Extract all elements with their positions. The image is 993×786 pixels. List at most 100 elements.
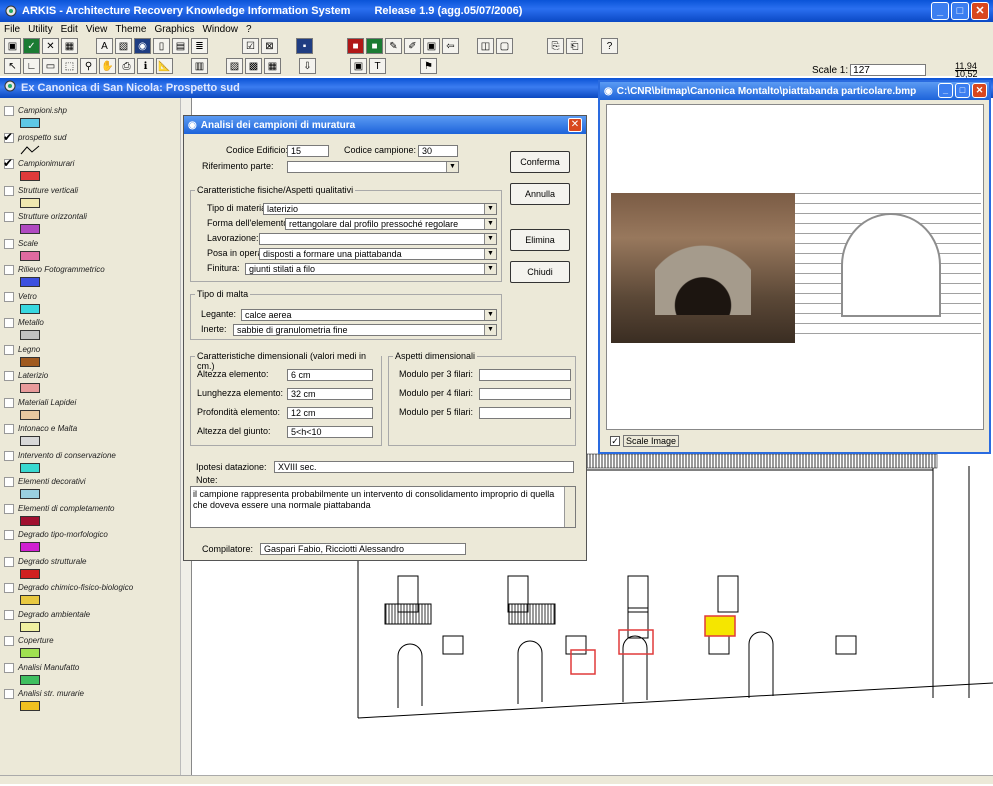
window-icon[interactable]: ▢ [496, 38, 513, 54]
pan-icon[interactable]: ✋ [99, 58, 116, 74]
riferimento-select[interactable] [287, 161, 459, 173]
modulo5-input[interactable] [479, 407, 571, 419]
datazione-input[interactable]: XVIII sec. [274, 461, 574, 473]
layer-visibility-checkbox[interactable] [4, 106, 14, 116]
grid-icon[interactable]: ▦ [61, 38, 78, 54]
conferma-button[interactable]: Conferma [510, 151, 570, 173]
layer-visibility-checkbox[interactable] [4, 424, 14, 434]
legend-layer[interactable]: Strutture orizzontali [4, 212, 178, 234]
layout-icon[interactable]: ▤ [172, 38, 189, 54]
print-icon[interactable]: ⎙ [118, 58, 135, 74]
layer-visibility-checkbox[interactable] [4, 530, 14, 540]
layer-visibility-checkbox[interactable] [4, 450, 14, 461]
legend-layer[interactable]: Degrado tipo-morfologico [4, 530, 178, 552]
image-viewer[interactable] [606, 104, 984, 430]
delete-icon[interactable]: ✕ [42, 38, 59, 54]
legend-layer[interactable]: Vetro [4, 291, 178, 314]
identify-icon[interactable]: ℹ [137, 58, 154, 74]
codice-edificio-input[interactable]: 15 [287, 145, 329, 157]
globe-icon[interactable]: ◉ [134, 38, 151, 54]
minimize-button[interactable]: _ [931, 2, 949, 20]
menu-theme[interactable]: Theme [115, 24, 146, 35]
image-close-button[interactable]: ✕ [972, 83, 987, 98]
layer-visibility-checkbox[interactable] [4, 371, 14, 381]
copy-icon[interactable]: ⎘ [547, 38, 564, 54]
cross-box-icon[interactable]: ⊠ [261, 38, 278, 54]
legend-layer[interactable]: Rilievo Fotogrammetrico [4, 265, 178, 287]
line-tool-icon[interactable]: ∟ [23, 58, 40, 74]
menu-window[interactable]: Window [202, 24, 238, 35]
chart-icon[interactable]: ▨ [226, 58, 243, 74]
legend-layer[interactable]: Laterizio [4, 371, 178, 393]
forma-select[interactable]: rettangolare dal profilo pressoché regol… [285, 218, 497, 230]
altezza-input[interactable]: 6 cm [287, 369, 373, 381]
rect-tool-icon[interactable]: ▭ [42, 58, 59, 74]
legend-layer[interactable]: Elementi decorativi [4, 477, 178, 499]
edit-record-icon[interactable]: ✎ [385, 38, 402, 54]
inerte-select[interactable]: sabbie di granulometria fine [233, 324, 497, 336]
legend-layer[interactable]: Scale [4, 238, 178, 261]
layer-visibility-checkbox[interactable] [4, 477, 14, 487]
hatch-tool-icon[interactable]: ▧ [115, 38, 132, 54]
legend-layer[interactable]: Degrado ambientale [4, 609, 178, 632]
modulo4-input[interactable] [479, 388, 571, 400]
finitura-select[interactable]: giunti stilati a filo [245, 263, 497, 275]
pointer-icon[interactable]: ↖ [4, 58, 21, 74]
red-theme-icon[interactable]: ■ [347, 38, 364, 54]
menu-help[interactable]: ? [246, 24, 252, 35]
layer-visibility-checkbox[interactable] [4, 265, 14, 275]
layer-visibility-checkbox[interactable] [4, 556, 14, 567]
codice-campione-input[interactable]: 30 [418, 145, 458, 157]
legend-layer[interactable]: Materiali Lapidei [4, 397, 178, 420]
layer-visibility-checkbox[interactable] [4, 344, 14, 355]
layer-visibility-checkbox[interactable] [3, 130, 14, 144]
layer-visibility-checkbox[interactable] [4, 689, 14, 699]
lunghezza-input[interactable]: 32 cm [287, 388, 373, 400]
tipo-materiale-select[interactable]: laterizio [263, 203, 497, 215]
polygon-tool-icon[interactable]: ⬚ [61, 58, 78, 74]
legend-layer[interactable]: Intonaco e Malta [4, 424, 178, 446]
text-box-icon[interactable]: T [369, 58, 386, 74]
profondita-input[interactable]: 12 cm [287, 407, 373, 419]
legend-layer[interactable]: Intervento di conservazione [4, 450, 178, 473]
menu-file[interactable]: File [4, 24, 20, 35]
building-icon[interactable]: ▥ [191, 58, 208, 74]
checkbox-tool-icon[interactable]: ☑ [242, 38, 259, 54]
giunto-input[interactable]: 5<h<10 [287, 426, 373, 438]
form-view-icon[interactable]: ▣ [423, 38, 440, 54]
scale-image-checkbox[interactable]: ✓ [610, 436, 620, 446]
legend-layer[interactable]: Strutture verticali [4, 185, 178, 208]
posa-select[interactable]: disposti a formare una piattabanda [259, 248, 497, 260]
layer-visibility-checkbox[interactable] [3, 156, 14, 170]
note-scrollbar[interactable] [564, 487, 575, 527]
help-pointer-icon[interactable]: ? [601, 38, 618, 54]
legend-layer[interactable]: Degrado chimico-fisico-biologico [4, 583, 178, 605]
text-tool-icon[interactable]: A [96, 38, 113, 54]
layer-visibility-checkbox[interactable] [4, 291, 14, 302]
edit-form-icon[interactable]: ✐ [404, 38, 421, 54]
image-minimize-button[interactable]: _ [938, 83, 953, 98]
check-icon[interactable]: ✓ [23, 38, 40, 54]
close-button[interactable]: ✕ [971, 2, 989, 20]
save-icon[interactable]: ▣ [4, 38, 21, 54]
legend-layer[interactable]: Elementi di completamento [4, 503, 178, 526]
selected-sample-marker[interactable] [704, 615, 736, 637]
image-icon[interactable]: ▣ [350, 58, 367, 74]
layer-visibility-checkbox[interactable] [4, 397, 14, 408]
chiudi-button[interactable]: Chiudi [510, 261, 570, 283]
measure-icon[interactable]: 📐 [156, 58, 173, 74]
layer-visibility-checkbox[interactable] [4, 662, 14, 673]
layer-visibility-checkbox[interactable] [4, 318, 14, 328]
menu-graphics[interactable]: Graphics [154, 24, 194, 35]
layer-visibility-checkbox[interactable] [4, 609, 14, 620]
page-icon[interactable]: ▯ [153, 38, 170, 54]
menu-view[interactable]: View [86, 24, 108, 35]
zoom-icon[interactable]: ⚲ [80, 58, 97, 74]
annulla-button[interactable]: Annulla [510, 183, 570, 205]
download-icon[interactable]: ⇩ [299, 58, 316, 74]
legend-layer[interactable]: Coperture [4, 636, 178, 658]
back-icon[interactable]: ⇦ [442, 38, 459, 54]
legend-layer[interactable]: Legno [4, 344, 178, 367]
note-textarea[interactable]: il campione rappresenta probabilmente un… [190, 486, 576, 528]
maximize-button[interactable]: □ [951, 2, 969, 20]
